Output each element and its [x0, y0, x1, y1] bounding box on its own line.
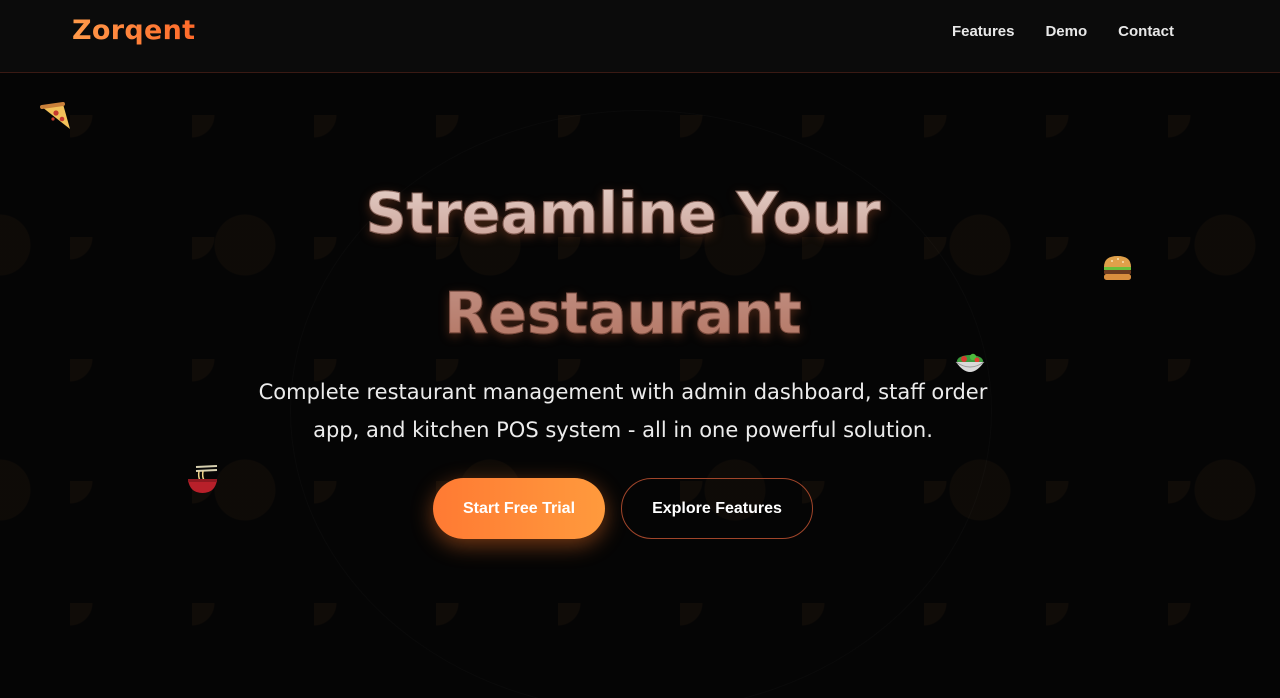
noodles-icon	[186, 463, 219, 496]
nav-link-demo[interactable]: Demo	[1045, 23, 1087, 40]
nav-link-contact[interactable]: Contact	[1118, 23, 1174, 40]
main-nav: Features Demo Contact	[952, 23, 1174, 40]
pizza-icon	[39, 99, 73, 133]
hero-title: Streamline Your Restaurant	[0, 164, 1246, 364]
site-header: Zorqent Features Demo Contact	[0, 0, 1280, 73]
hero-title-line-1: Streamline Your	[365, 181, 881, 248]
nav-link-features[interactable]: Features	[952, 23, 1015, 40]
brand-logo[interactable]: Zorqent	[72, 15, 195, 46]
hero-subtitle: Complete restaurant management with admi…	[258, 380, 988, 442]
explore-features-button[interactable]: Explore Features	[621, 478, 813, 539]
hero-title-line-2: Restaurant	[444, 281, 802, 348]
start-free-trial-button[interactable]: Start Free Trial	[433, 478, 605, 539]
landing-page: Zorqent Features Demo Contact Streamline…	[0, 0, 1280, 698]
